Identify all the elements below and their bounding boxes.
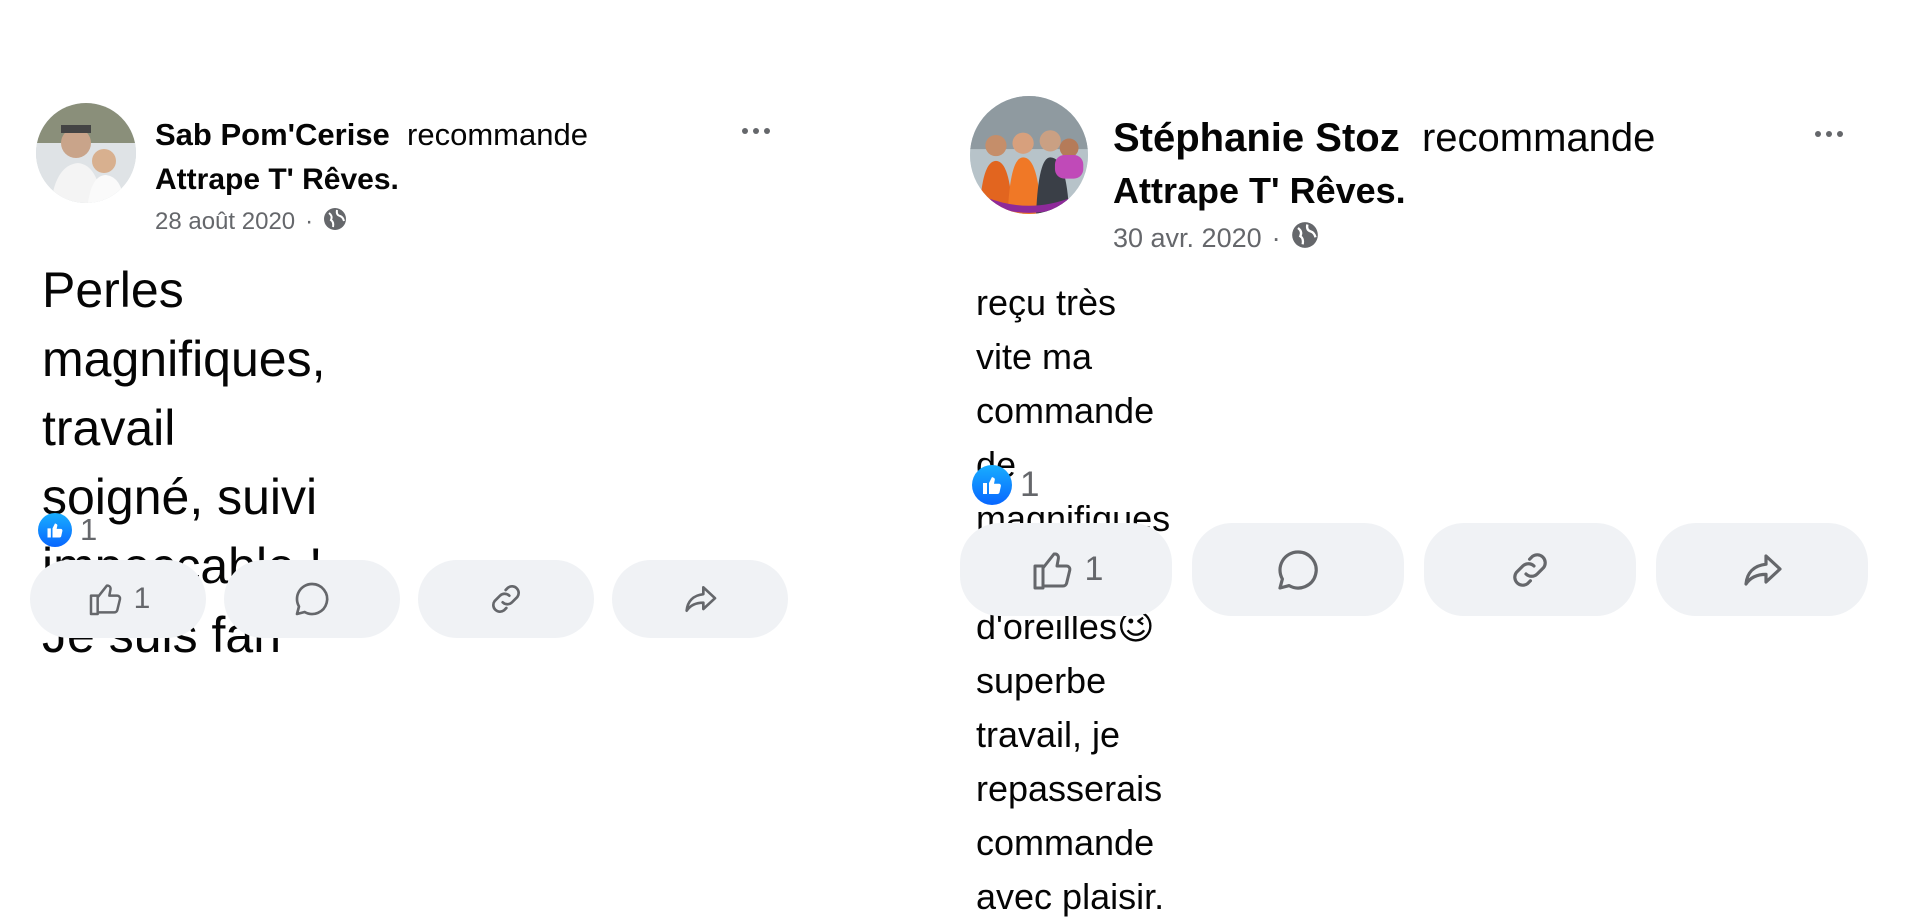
comment-button[interactable] (1192, 523, 1404, 616)
review-headline: Sab Pom'Cerise recommande (155, 117, 588, 153)
avatar[interactable] (970, 96, 1088, 214)
copy-link-button[interactable] (1424, 523, 1636, 616)
author-name[interactable]: Sab Pom'Cerise (155, 117, 390, 152)
page-name[interactable]: Attrape T' Rêves. (155, 163, 399, 197)
meta-separator: · (1271, 222, 1281, 253)
link-icon (1513, 552, 1547, 587)
more-options-icon[interactable] (1815, 131, 1843, 137)
review-headline: Stéphanie Stoz recommande (1113, 116, 1655, 161)
action-bar: 1 (960, 523, 1868, 616)
page-name[interactable]: Attrape T' Rêves. (1113, 170, 1406, 212)
recommend-verb: recommande (407, 117, 588, 152)
thumbs-up-icon (89, 584, 121, 616)
globe-icon (1291, 221, 1319, 256)
like-button[interactable]: 1 (960, 523, 1172, 616)
share-button[interactable] (1656, 523, 1868, 616)
reaction-summary[interactable]: 1 (38, 512, 97, 548)
review-text-part: superbe travail, je repasserais commande… (976, 660, 1165, 917)
share-icon (1744, 553, 1782, 586)
comment-icon (295, 582, 329, 616)
like-reaction-icon (38, 513, 72, 547)
post-date[interactable]: 28 août 2020 (155, 208, 295, 236)
post-meta: 28 août 2020 · (155, 205, 347, 239)
post-meta: 30 avr. 2020 · (1113, 220, 1319, 256)
comment-icon (1278, 549, 1318, 590)
reaction-count: 1 (80, 512, 98, 547)
share-button[interactable] (612, 560, 788, 638)
action-bar: 1 (30, 560, 788, 638)
avatar-photo (36, 103, 136, 203)
copy-link-button[interactable] (418, 560, 594, 638)
thumbs-up-icon (1033, 552, 1071, 589)
author-name[interactable]: Stéphanie Stoz (1113, 116, 1400, 160)
reaction-count: 1 (1020, 465, 1040, 504)
post-date[interactable]: 30 avr. 2020 (1113, 223, 1262, 254)
share-icon (685, 586, 717, 612)
comment-button[interactable] (224, 560, 400, 638)
recommend-verb: recommande (1421, 116, 1656, 160)
like-button[interactable]: 1 (30, 560, 206, 638)
avatar[interactable] (36, 103, 136, 203)
globe-icon (323, 207, 347, 238)
reaction-summary[interactable]: 1 (972, 465, 1039, 505)
like-count: 1 (133, 582, 151, 615)
link-icon (492, 585, 520, 613)
avatar-photo (970, 96, 1088, 214)
more-options-icon[interactable] (742, 128, 770, 134)
like-count: 1 (1084, 550, 1104, 588)
like-reaction-icon (972, 465, 1012, 505)
meta-separator: · (305, 208, 314, 235)
